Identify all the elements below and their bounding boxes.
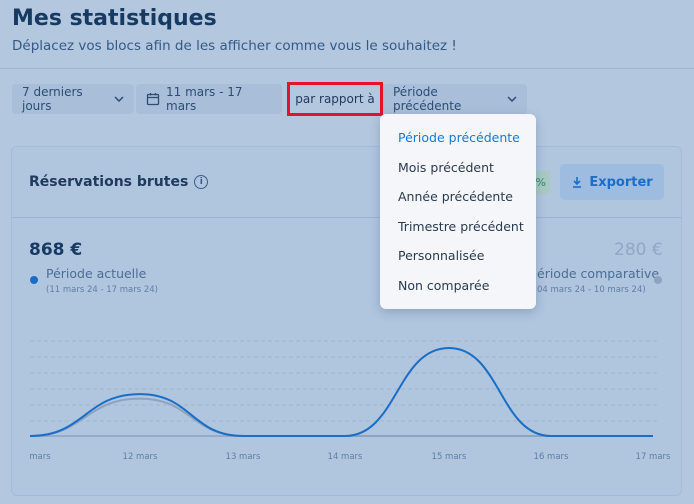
line-chart: mars 12 mars 13 mars 14 mars 15 mars 16 mars 1… <box>29 340 672 462</box>
dropdown-option[interactable]: Période précédente <box>380 123 536 153</box>
x-tick-label: 13 mars <box>226 452 262 462</box>
x-tick-label: 15 mars <box>432 452 468 462</box>
dropdown-option[interactable]: Mois précédent <box>380 153 536 183</box>
x-tick-label: 16 mars <box>534 452 570 462</box>
dropdown-option[interactable]: Non comparée <box>380 271 536 301</box>
dropdown-option[interactable]: Personnalisée <box>380 241 536 271</box>
x-tick-label: 14 mars <box>328 452 364 462</box>
x-tick-label: 17 mars <box>636 452 672 462</box>
dropdown-option[interactable]: Trimestre précédent <box>380 212 536 242</box>
compare-dropdown-menu: Période précédente Mois précédent Année pr… <box>380 114 536 309</box>
dropdown-option[interactable]: Année précédente <box>380 182 536 212</box>
x-tick-label: mars <box>29 452 51 462</box>
comparison-series-line <box>29 397 653 437</box>
current-series-line <box>29 346 653 437</box>
x-tick-label: 12 mars <box>123 452 159 462</box>
